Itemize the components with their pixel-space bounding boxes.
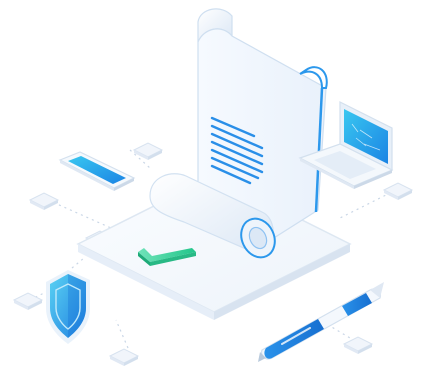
security-shield-icon (46, 270, 90, 344)
tile-icon (342, 336, 374, 354)
tile-icon (28, 192, 60, 210)
tile-icon (12, 292, 44, 310)
tile-icon (108, 348, 140, 366)
contract-illustration (12, 8, 414, 366)
tile-icon (132, 142, 164, 160)
smartphone-icon (58, 151, 136, 191)
tile-icon (382, 182, 414, 200)
